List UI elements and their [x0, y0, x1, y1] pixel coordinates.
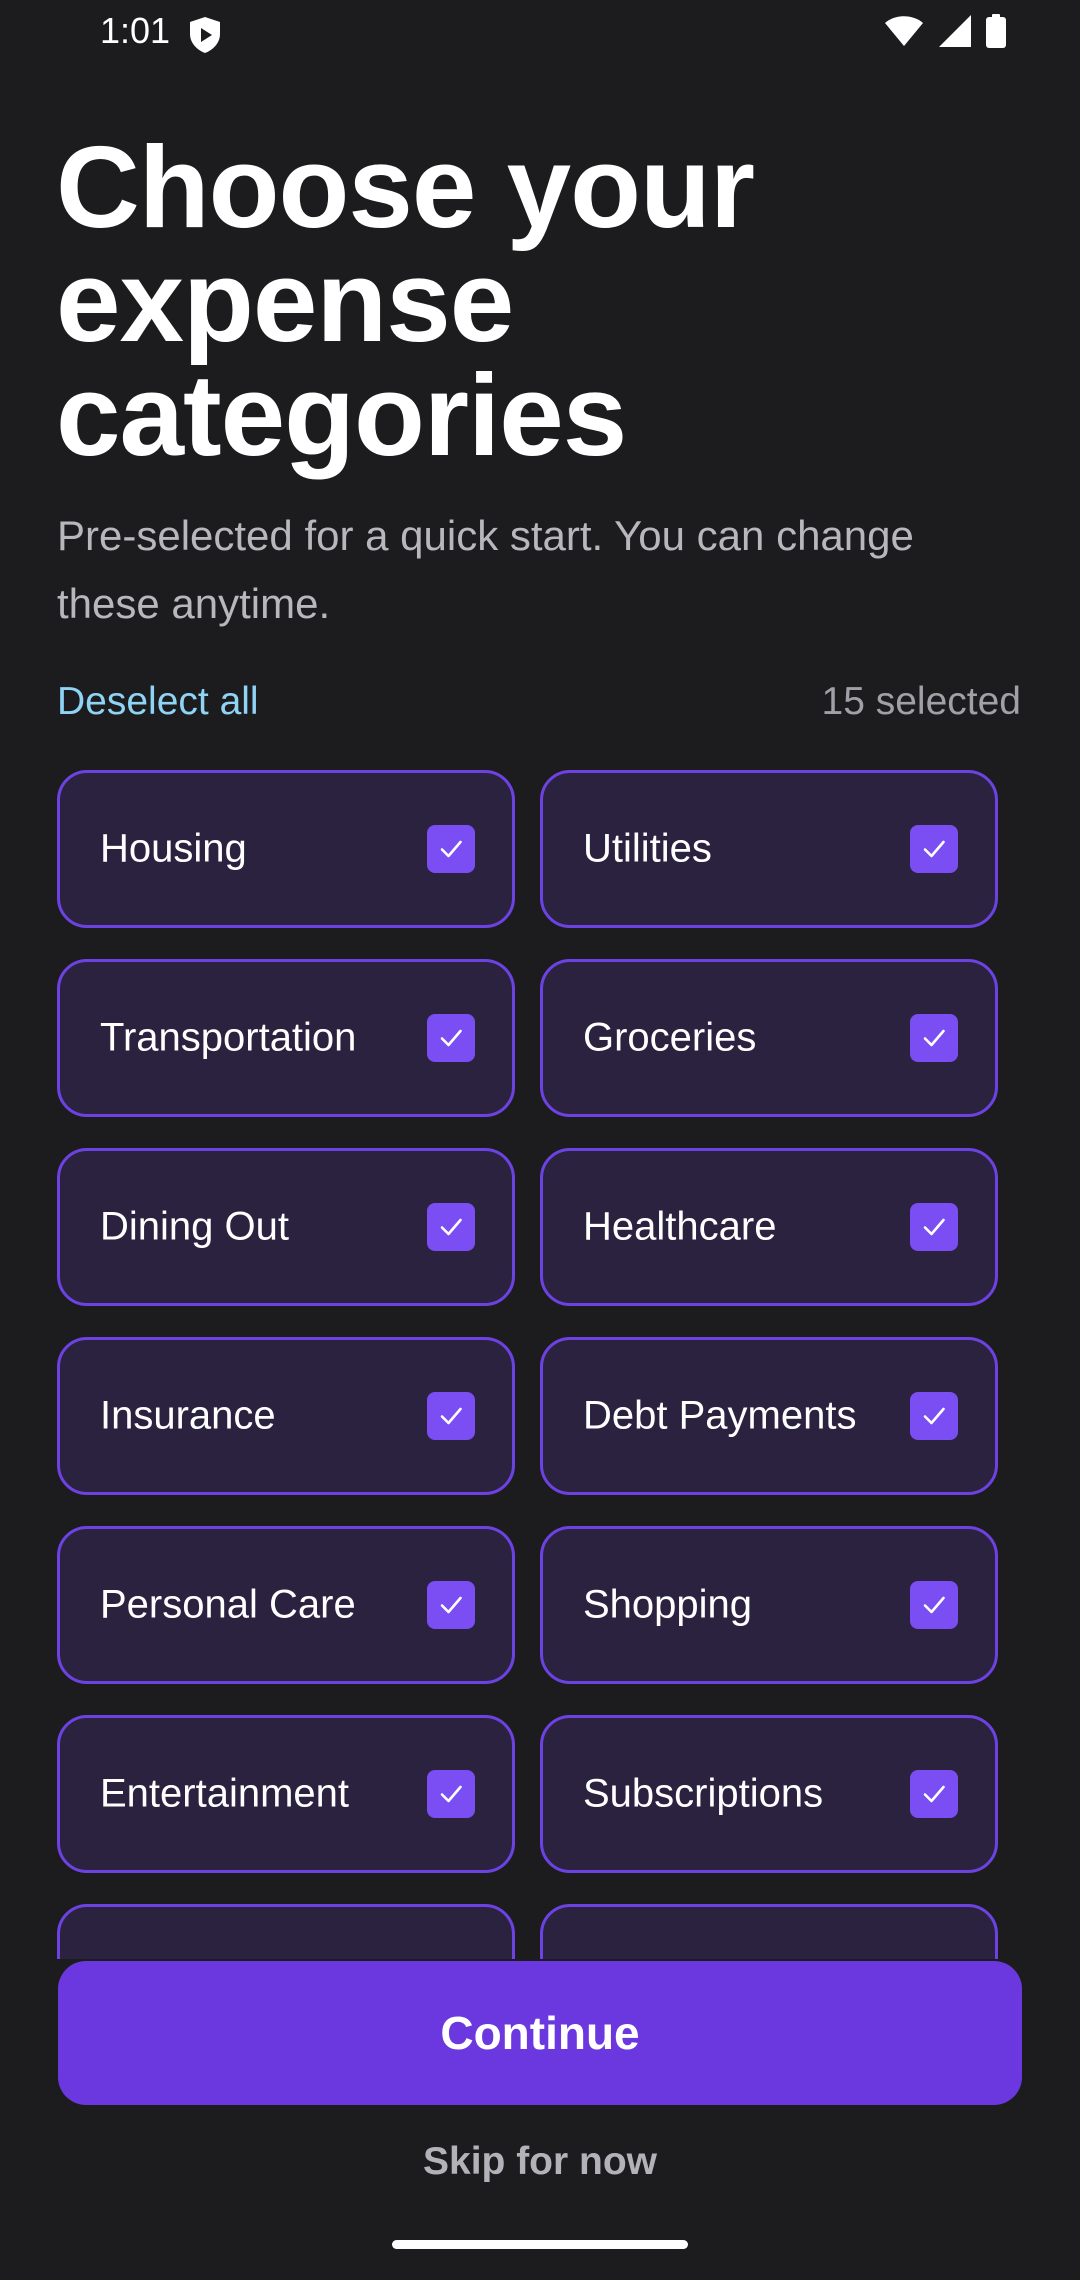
- checkbox-checked-icon[interactable]: [910, 1392, 958, 1440]
- category-card[interactable]: Transportation: [57, 959, 515, 1117]
- category-grid: Housing Utilities Transportation Groceries D…: [57, 770, 1057, 1959]
- category-label: Utilities: [583, 826, 712, 871]
- shield-play-icon: [188, 16, 222, 54]
- checkbox-checked-icon[interactable]: [910, 1014, 958, 1062]
- category-card[interactable]: Groceries: [540, 959, 998, 1117]
- wifi-icon: [884, 15, 924, 52]
- checkbox-checked-icon[interactable]: [910, 1581, 958, 1629]
- category-card[interactable]: Entertainment: [57, 1715, 515, 1873]
- selected-count: 15 selected: [821, 680, 1021, 723]
- category-card[interactable]: [57, 1904, 515, 1959]
- checkbox-checked-icon[interactable]: [910, 825, 958, 873]
- deselect-all-button[interactable]: Deselect all: [57, 680, 259, 724]
- checkbox-checked-icon[interactable]: [427, 1014, 475, 1062]
- battery-icon: [986, 13, 1006, 53]
- continue-button[interactable]: Continue: [58, 1961, 1022, 2105]
- category-grid-viewport[interactable]: Housing Utilities Transportation Groceries D…: [57, 770, 1057, 1959]
- checkbox-checked-icon[interactable]: [427, 825, 475, 873]
- category-label: Healthcare: [583, 1204, 777, 1249]
- checkbox-checked-icon[interactable]: [427, 1203, 475, 1251]
- category-label: Groceries: [583, 1015, 757, 1060]
- category-label: Subscriptions: [583, 1771, 824, 1816]
- category-card[interactable]: Subscriptions: [540, 1715, 998, 1873]
- category-card[interactable]: Insurance: [57, 1337, 515, 1495]
- page-subtitle: Pre-selected for a quick start. You can …: [57, 512, 914, 627]
- status-bar: 1:01: [0, 0, 1080, 66]
- category-card[interactable]: Debt Payments: [540, 1337, 998, 1495]
- category-card[interactable]: Shopping: [540, 1526, 998, 1684]
- category-label: Insurance: [100, 1393, 276, 1438]
- skip-button[interactable]: Skip for now: [0, 2140, 1080, 2184]
- category-card[interactable]: [540, 1904, 998, 1959]
- checkbox-checked-icon[interactable]: [427, 1770, 475, 1818]
- checkbox-checked-icon[interactable]: [427, 1392, 475, 1440]
- category-label: Personal Care: [100, 1582, 356, 1627]
- checkbox-checked-icon[interactable]: [910, 1203, 958, 1251]
- category-card[interactable]: Personal Care: [57, 1526, 515, 1684]
- category-label: Dining Out: [100, 1204, 289, 1249]
- status-icons: [884, 13, 1006, 53]
- category-card[interactable]: Housing: [57, 770, 515, 928]
- category-card[interactable]: Dining Out: [57, 1148, 515, 1306]
- selection-bar: Deselect all 15 selected: [57, 676, 1021, 736]
- category-label: Shopping: [583, 1582, 753, 1627]
- category-label: Entertainment: [100, 1771, 350, 1816]
- status-time: 1:01: [100, 10, 171, 51]
- signal-icon: [938, 14, 972, 53]
- category-label: Transportation: [100, 1015, 357, 1060]
- checkbox-checked-icon[interactable]: [910, 1770, 958, 1818]
- category-label: Housing: [100, 826, 247, 871]
- category-label: Debt Payments: [583, 1393, 857, 1438]
- home-indicator[interactable]: [392, 2240, 688, 2249]
- category-card[interactable]: Utilities: [540, 770, 998, 928]
- page-title: Choose your expense categories: [56, 130, 755, 480]
- category-card[interactable]: Healthcare: [540, 1148, 998, 1306]
- checkbox-checked-icon[interactable]: [427, 1581, 475, 1629]
